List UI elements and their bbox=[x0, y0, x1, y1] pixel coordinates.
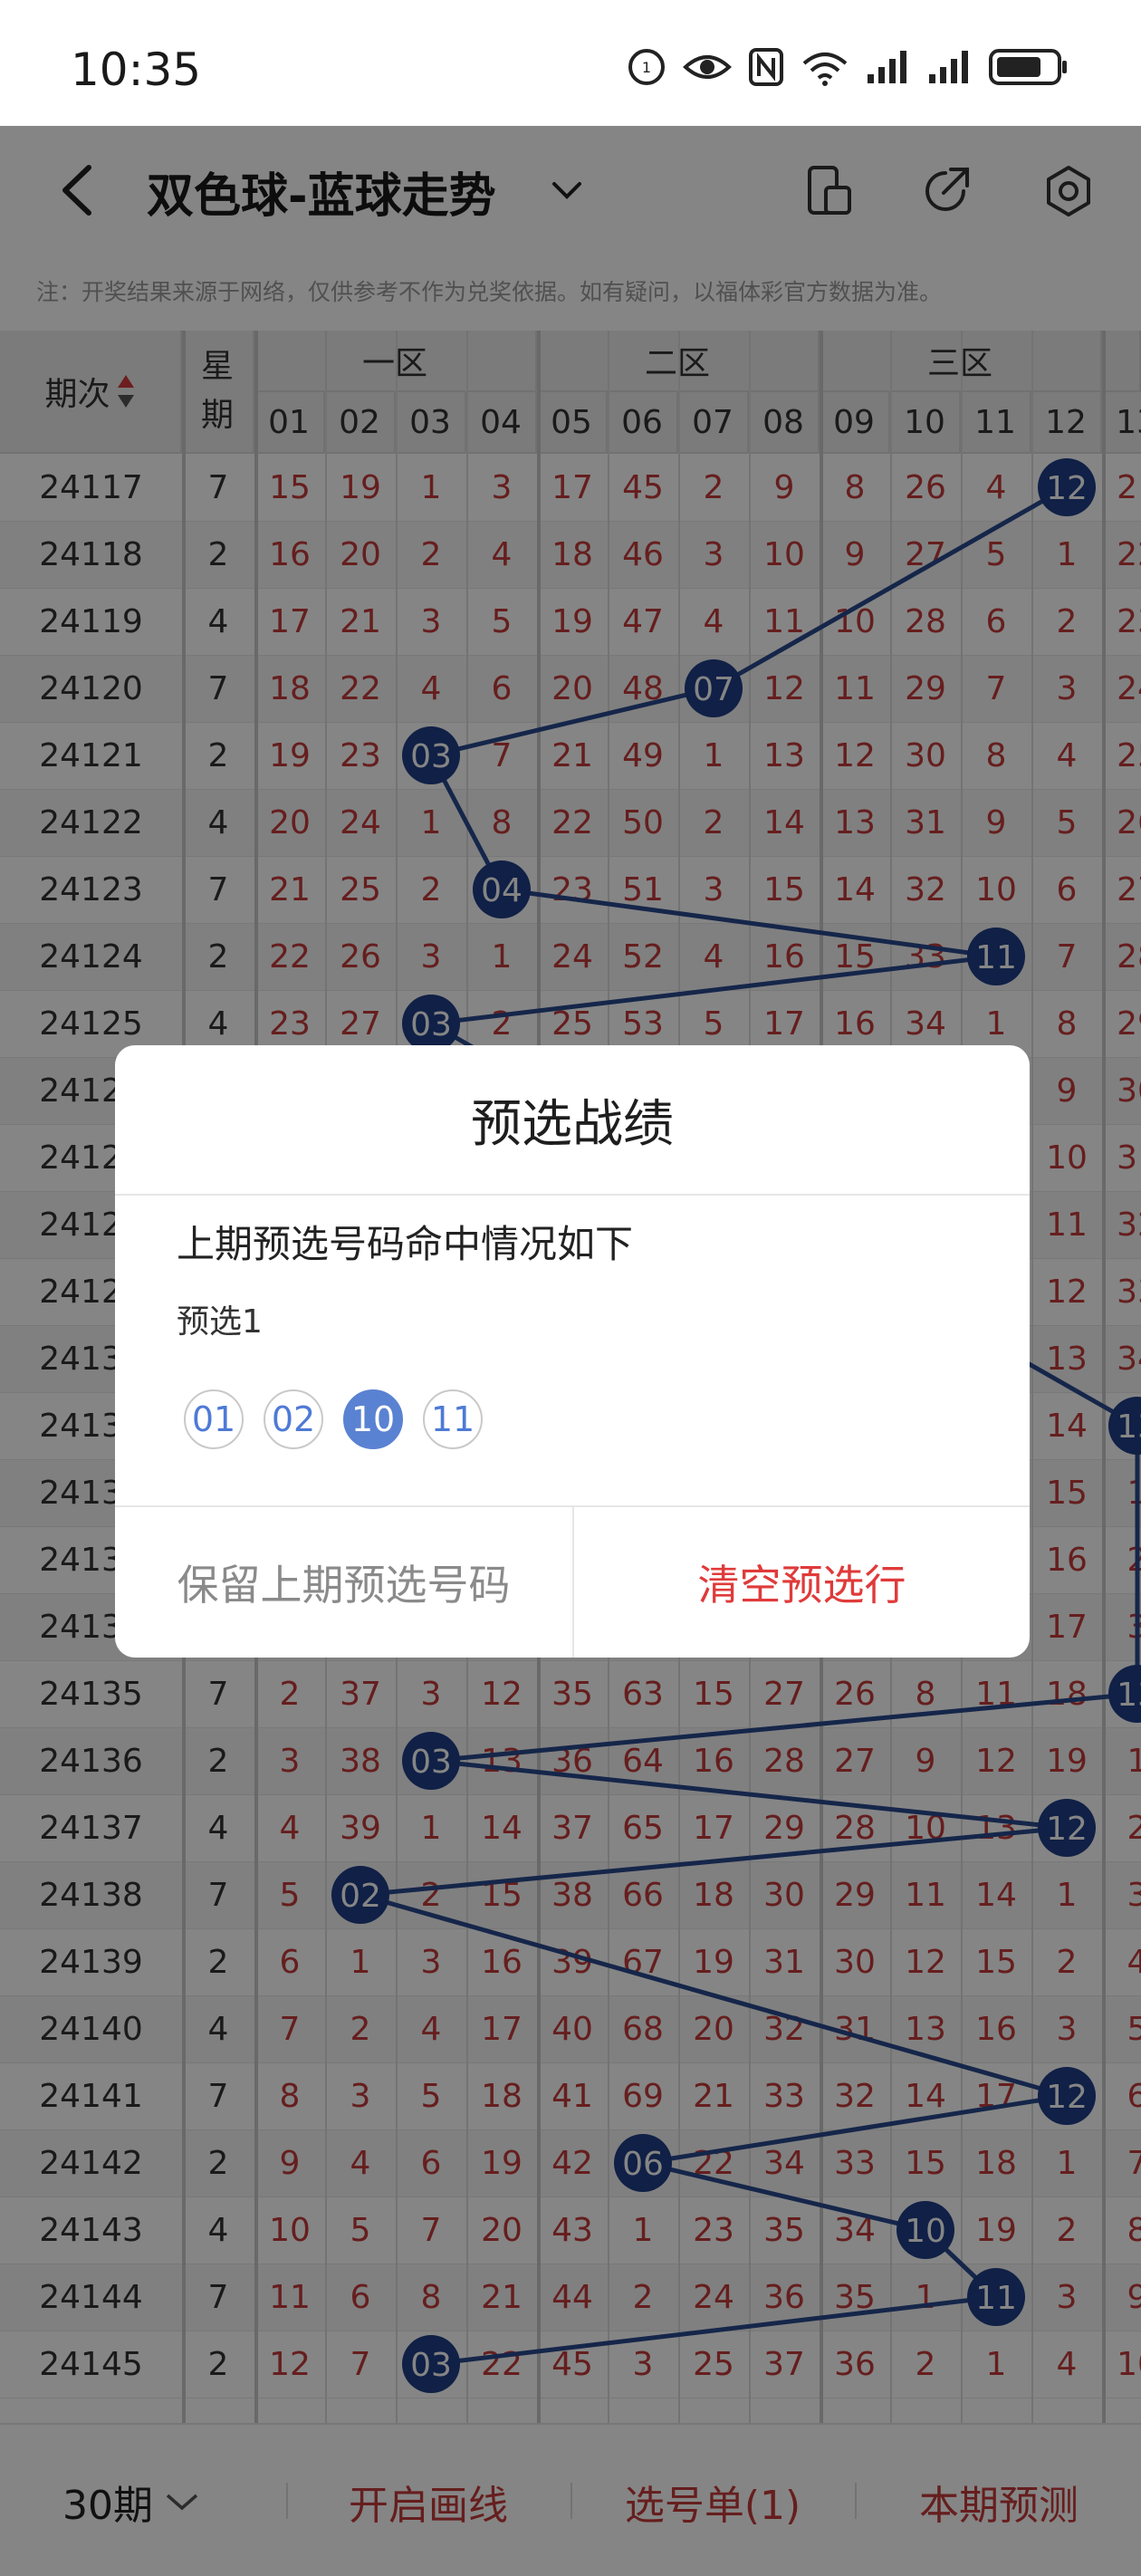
dialog-actions: 保留上期预选号码 清空预选行 bbox=[115, 1505, 1030, 1658]
keep-previous-button[interactable]: 保留上期预选号码 bbox=[115, 1507, 572, 1658]
preselect-ball-row: 01 02 10 11 bbox=[184, 1389, 483, 1449]
wifi-icon bbox=[802, 53, 848, 86]
hd-call-icon: 1 bbox=[628, 49, 665, 85]
preselect-ball: 01 bbox=[184, 1389, 244, 1449]
svg-text:1: 1 bbox=[642, 59, 651, 76]
status-bar: 10:35 1 bbox=[0, 0, 1141, 126]
signal-icon-2 bbox=[929, 51, 968, 83]
dialog-subtitle: 上期预选号码命中情况如下 bbox=[177, 1222, 634, 1266]
preselect-record-dialog: 预选战绩 上期预选号码命中情况如下 预选1 01 02 10 11 保留上期预选… bbox=[115, 1045, 1030, 1658]
signal-icon-1 bbox=[868, 51, 906, 83]
eye-icon bbox=[683, 55, 732, 79]
battery-icon bbox=[989, 49, 1067, 85]
preselect-ball: 11 bbox=[423, 1389, 483, 1449]
status-time: 10:35 bbox=[71, 43, 202, 96]
clear-preselect-button[interactable]: 清空预选行 bbox=[574, 1507, 1030, 1658]
status-icons: 1 bbox=[627, 47, 1069, 87]
nfc-icon bbox=[749, 48, 783, 86]
preselect-ball: 02 bbox=[264, 1389, 323, 1449]
preset-label: 预选1 bbox=[177, 1303, 263, 1341]
dialog-title: 预选战绩 bbox=[115, 1045, 1030, 1196]
preselect-ball-hit: 10 bbox=[343, 1389, 403, 1449]
